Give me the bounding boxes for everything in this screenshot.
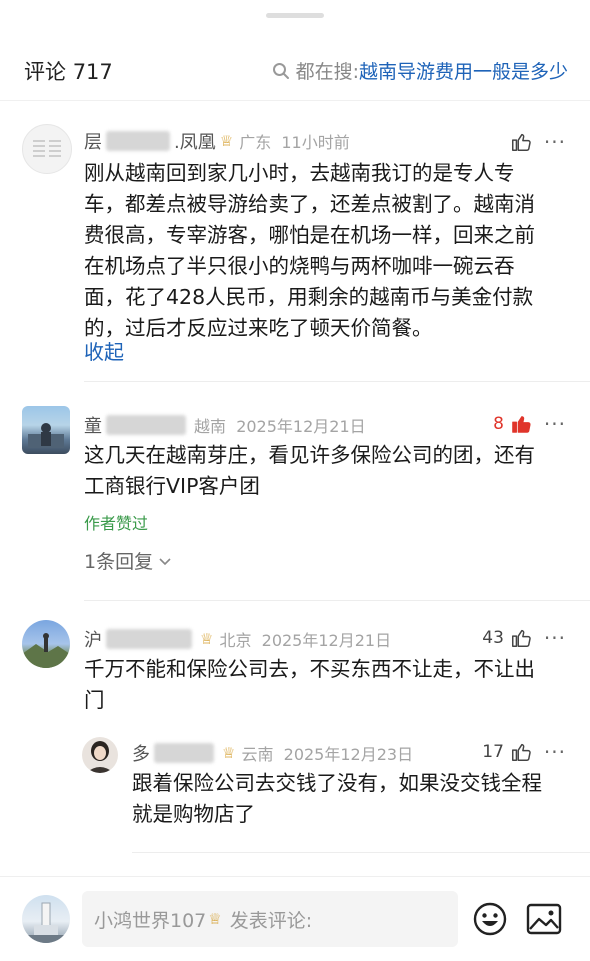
reply-item: 多 ♕ 云南 2025年12月23日 17 ··· 跟着保险公司去交钱了没有，如…: [0, 732, 590, 842]
username-start[interactable]: 沪: [84, 626, 102, 652]
username-end[interactable]: .凤凰: [174, 128, 216, 154]
comment-meta: 多 ♕ 云南 2025年12月23日: [132, 740, 413, 766]
comment-text: 刚从越南回到家几小时，去越南我订的是专人专 车，都差点被导游给卖了，还差点被割了…: [84, 161, 535, 340]
more-icon[interactable]: ···: [544, 412, 566, 436]
comment-actions: 43 ···: [482, 626, 566, 650]
username-start[interactable]: 层: [84, 128, 102, 154]
comment-actions: 17 ···: [482, 740, 566, 764]
trending-search[interactable]: 都在搜: 越南导游费用一般是多少: [272, 57, 568, 84]
crown-icon: ♕: [219, 132, 234, 150]
search-query-link[interactable]: 越南导游费用一般是多少: [359, 57, 568, 84]
collapse-link[interactable]: 收起: [84, 336, 124, 365]
comment-actions: ···: [510, 130, 566, 154]
comment-actions: 8 ···: [493, 412, 566, 436]
author-liked-badge: 作者赞过: [84, 514, 149, 533]
location-time: 北京 2025年12月21日: [219, 631, 392, 650]
comment-divider: [84, 600, 590, 601]
like-count: 17: [482, 742, 504, 762]
avatar[interactable]: [22, 620, 70, 668]
blurred-username: [106, 415, 186, 435]
avatar[interactable]: [22, 406, 70, 454]
crown-icon: ♕: [222, 744, 236, 762]
more-icon[interactable]: ···: [544, 626, 566, 650]
comment-divider: [84, 381, 590, 382]
comment-input[interactable]: 小鸿世界107 ♕ 发表评论:: [82, 891, 458, 947]
thumbs-up-icon[interactable]: [510, 131, 532, 153]
comment-composer: 小鸿世界107 ♕ 发表评论:: [0, 876, 590, 961]
like-count: 43: [482, 628, 504, 648]
blurred-username: [106, 629, 192, 649]
blurred-username: [154, 743, 214, 763]
comment-text: 千万不能和保险公司去，不买东西不让走，不让出 门: [84, 657, 535, 712]
crown-icon: ♕: [208, 910, 222, 928]
comments-header: 评论 717 都在搜: 越南导游费用一般是多少: [0, 40, 590, 98]
avatar[interactable]: [22, 124, 72, 174]
comments-label: 评论: [24, 60, 66, 84]
location-time: 广东 11小时前: [239, 133, 350, 152]
chevron-down-icon: [159, 557, 171, 565]
avatar[interactable]: [82, 737, 118, 773]
thumbs-up-icon[interactable]: [510, 627, 532, 649]
search-prefix: 都在搜:: [295, 61, 359, 83]
comments-title: 评论 717: [24, 56, 113, 86]
username-start[interactable]: 多: [132, 740, 150, 766]
username-start[interactable]: 童: [84, 412, 102, 438]
composer-placeholder: 发表评论:: [229, 909, 313, 932]
comment-text: 跟着保险公司去交钱了没有，如果没交钱全程 就是购物店了: [132, 771, 542, 826]
comment-meta: 沪 ♕ 北京 2025年12月21日: [84, 626, 391, 652]
composer-username: 小鸿世界107: [94, 909, 207, 932]
comment-item: 童 越南 2025年12月21日 8 ··· 这几天在越南芽庄，看见许多保险公司…: [0, 400, 590, 590]
comment-item: 沪 ♕ 北京 2025年12月21日 43 ··· 千万不能和保险公司去，不买东…: [0, 616, 590, 716]
header-divider: [0, 100, 590, 101]
comment-item: 层 .凤凰 ♕ 广东 11小时前 ··· 刚从越南回到家几小时，去越南我订的是专…: [0, 118, 590, 383]
thumbs-up-icon[interactable]: [510, 413, 532, 435]
like-count: 8: [493, 414, 504, 434]
comment-meta: 童 越南 2025年12月21日: [84, 412, 366, 438]
my-avatar[interactable]: [22, 895, 70, 943]
comments-count: 717: [72, 60, 113, 84]
comment-divider: [132, 852, 590, 853]
crown-icon: ♕: [200, 630, 214, 648]
image-icon[interactable]: [526, 902, 562, 936]
location-time: 云南 2025年12月23日: [241, 745, 414, 764]
comment-text: 这几天在越南芽庄，看见许多保险公司的团，还有 工商银行VIP客户团: [84, 443, 535, 498]
blurred-username: [106, 131, 170, 151]
thumbs-up-icon[interactable]: [510, 741, 532, 763]
search-icon: [272, 62, 289, 79]
more-icon[interactable]: ···: [544, 130, 566, 154]
comment-meta: 层 .凤凰 ♕ 广东 11小时前: [84, 128, 350, 154]
location-time: 越南 2025年12月21日: [194, 417, 366, 436]
view-replies-button[interactable]: 1条回复: [84, 547, 173, 574]
emoji-icon[interactable]: [472, 901, 508, 937]
more-icon[interactable]: ···: [544, 740, 566, 764]
sheet-drag-handle[interactable]: [266, 13, 324, 18]
